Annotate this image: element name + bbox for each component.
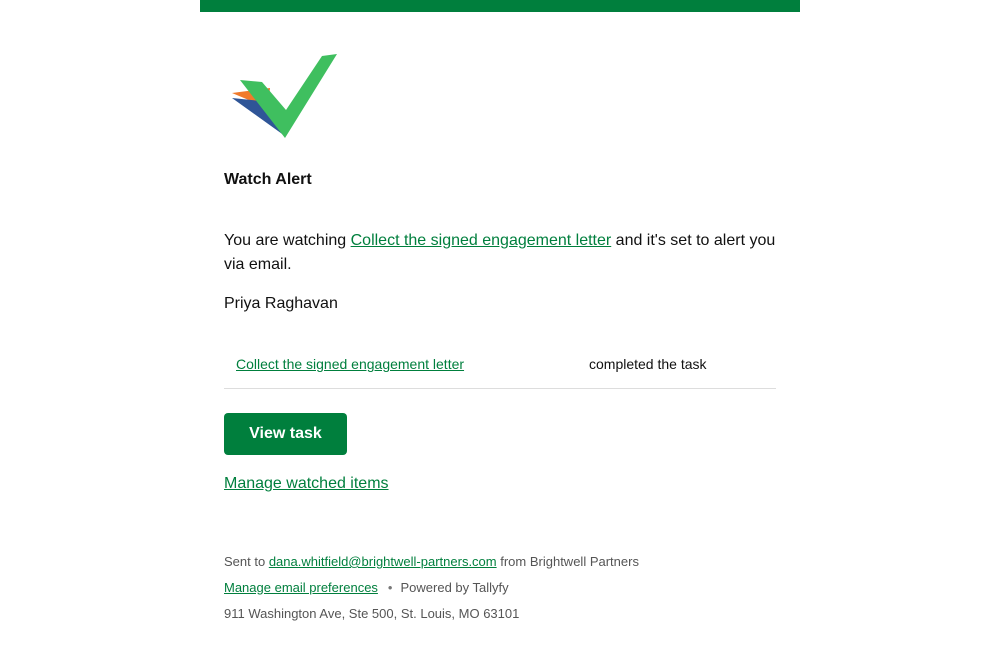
intro-task-link[interactable]: Collect the signed engagement letter — [351, 232, 612, 249]
recipient-email-link[interactable]: dana.whitfield@brightwell-partners.com — [269, 554, 497, 569]
manage-email-preferences-link[interactable]: Manage email preferences — [224, 580, 378, 595]
separator-dot: • — [387, 580, 393, 595]
intro-prefix: You are watching — [224, 232, 351, 249]
activity-action: completed the task — [589, 356, 707, 372]
alert-intro: You are watching Collect the signed enga… — [224, 229, 776, 277]
brand-top-bar — [200, 0, 800, 12]
logo-green-check — [240, 54, 337, 138]
sent-to-prefix: Sent to — [224, 554, 269, 569]
checkmark-logo-icon — [232, 54, 337, 138]
activity-row: Collect the signed engagement letter com… — [224, 344, 776, 389]
footer-sent-to: Sent to dana.whitfield@brightwell-partne… — [224, 554, 639, 570]
email-container: Watch Alert You are watching Collect the… — [200, 0, 800, 648]
alert-title: Watch Alert — [224, 171, 312, 188]
powered-by-text: Powered by Tallyfy — [400, 580, 509, 595]
footer-address: 911 Washington Ave, Ste 500, St. Louis, … — [224, 606, 520, 621]
from-text: from Brightwell Partners — [496, 554, 639, 569]
activity-task-link[interactable]: Collect the signed engagement letter — [236, 356, 464, 372]
person-name: Priya Raghavan — [224, 295, 338, 312]
footer-links: Manage email preferences • Powered by Tall… — [224, 580, 509, 596]
view-task-button[interactable]: View task — [224, 413, 347, 455]
manage-watched-link[interactable]: Manage watched items — [224, 474, 389, 494]
